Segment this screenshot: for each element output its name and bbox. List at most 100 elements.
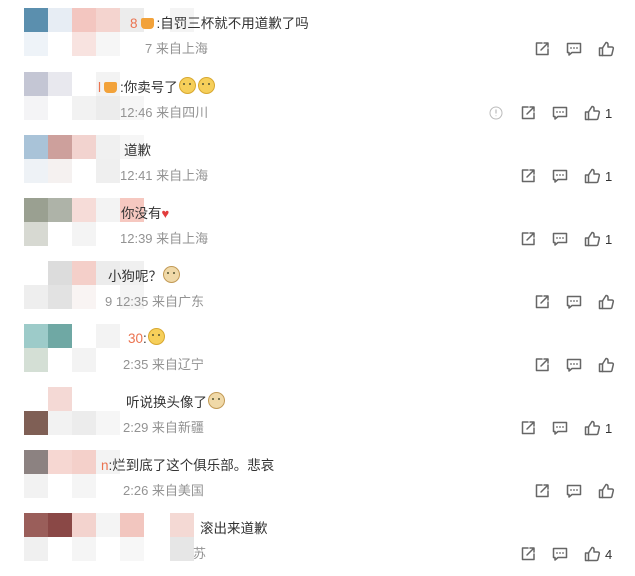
comment-item: 听说换头像了 2:29 来自新疆 1: [0, 387, 635, 450]
mosaic-tile: [72, 513, 96, 537]
comment-text: l:你卖号了: [98, 76, 216, 96]
comment-actions: 1: [0, 167, 635, 187]
share-icon[interactable]: [519, 419, 537, 437]
comment-actions: [0, 40, 635, 60]
username-fragment[interactable]: l: [98, 80, 101, 95]
mosaic-tile: [24, 387, 48, 411]
comment-text: 听说换头像了: [126, 391, 226, 411]
comment-body: :自罚三杯就不用道歉了吗: [156, 16, 309, 31]
comment-text: 30:: [128, 328, 166, 346]
thumbs-up-icon[interactable]: [583, 545, 601, 563]
mosaic-tile: [96, 324, 120, 348]
mosaic-tile: [72, 8, 96, 32]
username-fragment[interactable]: n: [101, 458, 109, 473]
comment-actions: [0, 293, 635, 313]
share-icon[interactable]: [533, 356, 551, 374]
comment-item: 小狗呢？ 9 12:35 来自广东: [0, 261, 635, 324]
comment-icon[interactable]: [551, 545, 569, 563]
mosaic-tile: [96, 513, 120, 537]
mosaic-tile: [48, 261, 72, 285]
comment-icon[interactable]: [551, 167, 569, 185]
mosaic-tile: [72, 450, 96, 474]
comment-icon[interactable]: [551, 104, 569, 122]
share-icon[interactable]: [519, 104, 537, 122]
thumbs-up-icon[interactable]: [597, 40, 615, 58]
comment-text: 滚出来道歉: [200, 517, 268, 537]
share-icon[interactable]: [519, 545, 537, 563]
thumbs-down-icon[interactable]: [487, 104, 505, 122]
mosaic-tile: [24, 72, 48, 96]
mosaic-tile: [72, 135, 96, 159]
comment-body: 听说换头像了: [126, 395, 207, 410]
dog-emoji-icon: [208, 392, 225, 409]
comment-icon[interactable]: [565, 293, 583, 311]
thumbs-up-icon[interactable]: [583, 230, 601, 248]
mosaic-tile: [72, 72, 96, 96]
comment-body: :烂到底了这个俱乐部。悲哀: [108, 458, 275, 473]
thumbs-up-icon[interactable]: [597, 482, 615, 500]
mosaic-tile: [96, 198, 120, 222]
comment-text: n:烂到底了这个俱乐部。悲哀: [101, 454, 274, 474]
comment-body: :: [143, 331, 147, 346]
comment-text: 小狗呢？: [108, 265, 181, 285]
comment-item: 8:自罚三杯就不用道歉了吗 7 来自上海: [0, 8, 635, 71]
thumbs-up-icon[interactable]: [583, 167, 601, 185]
comment-icon[interactable]: [565, 40, 583, 58]
comment-text: 道歉: [124, 139, 151, 159]
comment-actions: [0, 482, 635, 502]
mosaic-tile: [24, 324, 48, 348]
mosaic-tile: [72, 387, 96, 411]
comment-body: 你没有: [121, 206, 162, 221]
comment-icon[interactable]: [551, 419, 569, 437]
thumbs-up-icon[interactable]: [597, 356, 615, 374]
comment-actions: 1: [0, 104, 635, 124]
mosaic-tile: [96, 8, 120, 32]
comment-actions: 4: [0, 545, 635, 565]
thumbs-up-icon[interactable]: [597, 293, 615, 311]
mosaic-tile: [48, 450, 72, 474]
username-fragment[interactable]: 8: [130, 16, 138, 31]
mosaic-tile: [48, 513, 72, 537]
heart-icon: ♥: [161, 206, 170, 221]
mosaic-tile: [24, 198, 48, 222]
crown-badge-icon: [104, 82, 117, 93]
thumbs-up-icon[interactable]: [583, 104, 601, 122]
like-count: 1: [605, 169, 613, 184]
comment-actions: [0, 356, 635, 376]
mosaic-tile: [96, 387, 120, 411]
comment-actions: 1: [0, 230, 635, 250]
mosaic-tile: [170, 513, 194, 537]
smile-emoji-icon: [147, 328, 165, 345]
thumbs-up-icon[interactable]: [583, 419, 601, 437]
mosaic-tile: [24, 450, 48, 474]
comment-icon[interactable]: [551, 230, 569, 248]
comment-text: 8 :自罚三杯就不用道歉了吗: [130, 12, 309, 32]
mosaic-tile: [24, 135, 48, 159]
share-icon[interactable]: [533, 482, 551, 500]
mosaic-tile: [72, 198, 96, 222]
share-icon[interactable]: [519, 230, 537, 248]
comment-item: 你没有♥ 12:39 来自上海 1: [0, 198, 635, 261]
comment-item: 滚出来道歉苏 4: [0, 513, 635, 576]
share-icon[interactable]: [519, 167, 537, 185]
comment-icon[interactable]: [565, 356, 583, 374]
comment-actions: 1: [0, 419, 635, 439]
share-icon[interactable]: [533, 293, 551, 311]
like-count: 1: [605, 232, 613, 247]
mosaic-tile: [48, 198, 72, 222]
like-count: 4: [605, 547, 613, 562]
like-count: 1: [605, 421, 613, 436]
comment-item: 30: 2:35 来自辽宁: [0, 324, 635, 387]
mosaic-tile: [96, 135, 120, 159]
mosaic-tile: [24, 8, 48, 32]
mosaic-tile: [48, 387, 72, 411]
mosaic-tile: [24, 261, 48, 285]
mosaic-tile: [48, 135, 72, 159]
username-fragment[interactable]: 30: [128, 331, 143, 346]
share-icon[interactable]: [533, 40, 551, 58]
comment-item: 道歉 12:41 来自上海 1: [0, 135, 635, 198]
comment-body: 滚出来道歉: [200, 521, 268, 536]
comment-icon[interactable]: [565, 482, 583, 500]
comment-item: n:烂到底了这个俱乐部。悲哀 2:26 来自美国: [0, 450, 635, 513]
like-count: 1: [605, 106, 613, 121]
